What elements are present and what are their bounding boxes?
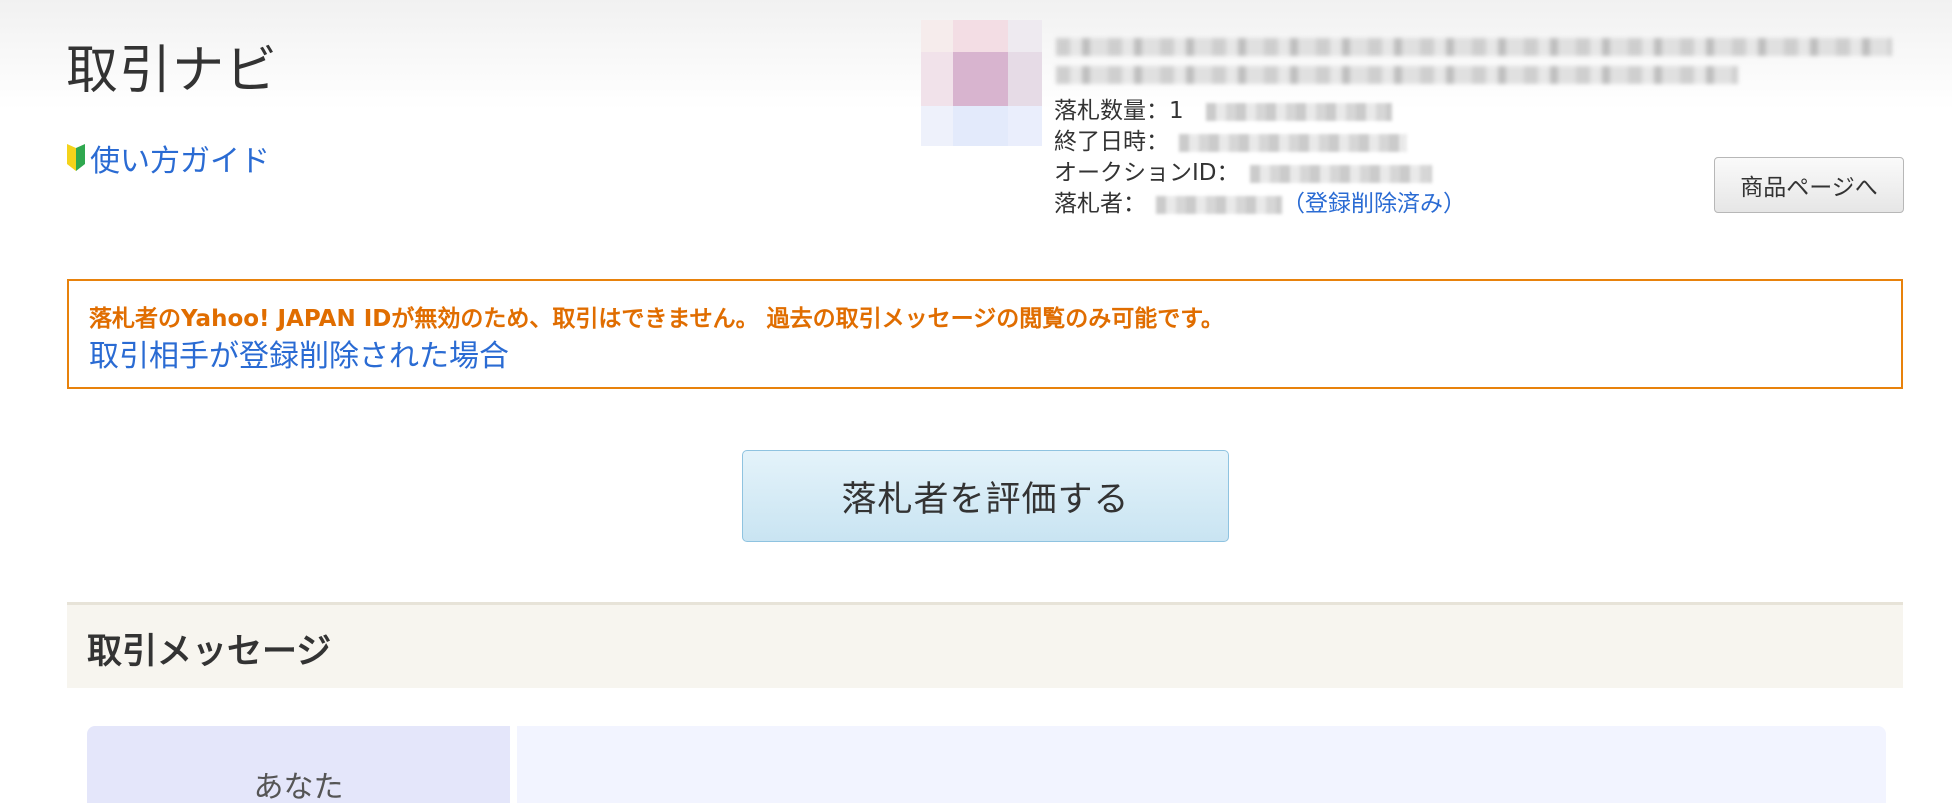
end-date-redacted: [1179, 133, 1407, 152]
guide-link-label: 使い方ガイド: [90, 144, 270, 179]
message-author-cell: あなた: [87, 726, 510, 803]
winner-row: 落札者： （登録削除済み）: [1054, 189, 1466, 220]
winner-name-redacted[interactable]: [1156, 195, 1282, 214]
end-date-label: 終了日時：: [1054, 129, 1169, 155]
rate-winner-button[interactable]: 落札者を評価する: [742, 450, 1229, 542]
quantity-value: 1: [1169, 98, 1184, 124]
beginner-mark-icon: [66, 144, 86, 172]
message-body-cell: [517, 726, 1886, 803]
message-row: あなた: [87, 726, 1886, 803]
deleted-partner-help-link[interactable]: 取引相手が登録削除された場合: [89, 331, 509, 375]
item-thumbnail[interactable]: [921, 20, 1042, 146]
auction-id-redacted: [1249, 164, 1432, 183]
quantity-row: 落札数量： 1: [1054, 96, 1466, 127]
messages-section-header: 取引メッセージ: [67, 602, 1903, 688]
page: 取引ナビ 使い方ガイド 落札数量： 1 終了日時： オークションID： 落札者：…: [0, 0, 1952, 803]
message-author-label: あなた: [253, 770, 344, 803]
auction-id-label: オークションID：: [1054, 160, 1240, 186]
winner-label: 落札者：: [1054, 191, 1146, 217]
alert-message: 落札者のYahoo! JAPAN IDが無効のため、取引はできません。 過去の取…: [89, 306, 1224, 332]
product-page-button[interactable]: 商品ページへ: [1714, 157, 1904, 213]
guide-link[interactable]: 使い方ガイド: [66, 136, 270, 180]
item-title-redacted[interactable]: [1056, 34, 1896, 90]
page-title: 取引ナビ: [66, 41, 279, 101]
quantity-extra-redacted: [1205, 102, 1392, 121]
end-date-row: 終了日時：: [1054, 127, 1466, 158]
messages-section-title: 取引メッセージ: [87, 632, 332, 672]
alert-box: 落札者のYahoo! JAPAN IDが無効のため、取引はできません。 過去の取…: [67, 279, 1903, 389]
quantity-label: 落札数量：: [1054, 98, 1169, 124]
auction-id-row: オークションID：: [1054, 158, 1466, 189]
winner-status-link[interactable]: （登録削除済み）: [1282, 189, 1466, 220]
item-meta: 落札数量： 1 終了日時： オークションID： 落札者： （登録削除済み）: [1054, 96, 1466, 220]
